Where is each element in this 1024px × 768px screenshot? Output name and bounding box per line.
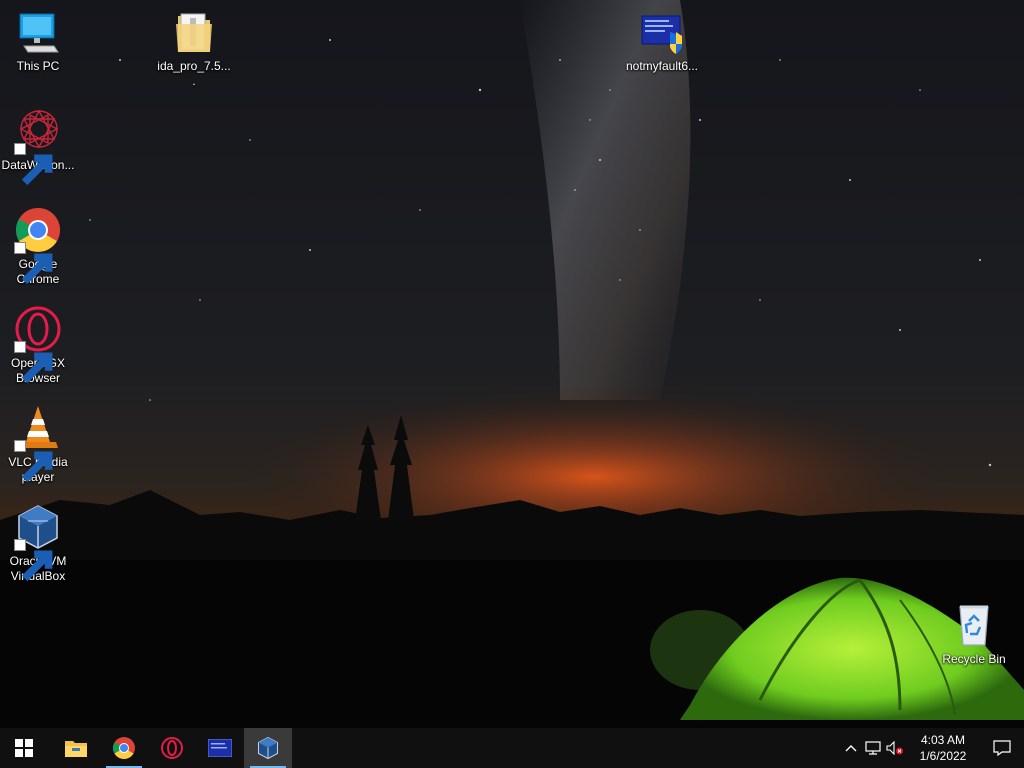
taskbar-chrome-button[interactable] xyxy=(100,728,148,768)
shortcut-arrow-icon xyxy=(14,242,53,285)
recycle-bin-icon xyxy=(950,601,998,649)
opera-gx-icon xyxy=(14,305,62,384)
action-center-button[interactable] xyxy=(980,728,1024,768)
desktop-wallpaper xyxy=(0,0,1024,728)
clock-date: 1/6/2022 xyxy=(919,749,967,763)
shortcut-arrow-icon xyxy=(14,143,53,186)
desktop-icon-label: Recycle Bin xyxy=(942,652,1006,666)
desktop-icon-ida[interactable]: ida_pro_7.5.... xyxy=(156,8,232,89)
chrome-icon xyxy=(113,737,135,759)
system-tray: 4:03 AM 1/6/2022 xyxy=(840,728,1024,768)
clock-time: 4:03 AM xyxy=(920,733,966,747)
desktop-icon-vlc[interactable]: VLC media player xyxy=(0,404,76,485)
desktop-icon-recycle-bin[interactable]: Recycle Bin xyxy=(936,601,1012,667)
chrome-icon xyxy=(14,206,62,285)
network-icon xyxy=(865,741,881,755)
taskbar-notmyfault-button[interactable] xyxy=(196,728,244,768)
opera-gx-icon xyxy=(161,737,183,759)
notmyfault-icon xyxy=(638,8,686,56)
desktop-icon-virtualbox[interactable]: Oracle VM VirtualBox xyxy=(0,503,76,584)
desktop-icon-label: ida_pro_7.5.... xyxy=(157,59,231,88)
virtualbox-icon xyxy=(258,736,278,760)
virtualbox-icon xyxy=(14,503,62,582)
show-hidden-icons-button[interactable] xyxy=(840,728,862,768)
volume-button[interactable] xyxy=(884,728,906,768)
file-explorer-icon xyxy=(65,741,87,757)
folder-zip-icon xyxy=(170,8,218,56)
desktop-icon-label: This PC xyxy=(16,59,60,73)
vlc-cone-icon xyxy=(14,404,62,483)
taskbar-clock[interactable]: 4:03 AM 1/6/2022 xyxy=(906,732,980,764)
windows-logo-icon xyxy=(15,739,33,757)
notmyfault-icon xyxy=(208,739,232,757)
start-button[interactable] xyxy=(0,728,48,768)
shortcut-arrow-icon xyxy=(14,440,53,483)
desktop-icon-opera[interactable]: Opera GX Browser xyxy=(0,305,76,386)
volume-muted-icon xyxy=(886,741,903,755)
this-pc-icon xyxy=(14,8,62,56)
chevron-up-icon xyxy=(845,745,857,752)
taskbar: 4:03 AM 1/6/2022 xyxy=(0,728,1024,768)
shortcut-arrow-icon xyxy=(14,539,53,582)
network-button[interactable] xyxy=(862,728,884,768)
taskbar-file-explorer-button[interactable] xyxy=(52,728,100,768)
taskbar-virtualbox-button[interactable] xyxy=(244,728,292,768)
shortcut-arrow-icon xyxy=(14,341,53,384)
desktop-icon-this-pc[interactable]: This PC xyxy=(0,8,76,74)
taskbar-opera-button[interactable] xyxy=(148,728,196,768)
desktop-icon-notmyfault[interactable]: notmyfault6... xyxy=(624,8,700,74)
datawagon-icon xyxy=(14,107,62,186)
desktop-icon-label: notmyfault6... xyxy=(625,59,699,73)
desktop-icon-chrome[interactable]: Google Chrome xyxy=(0,206,76,287)
notification-icon xyxy=(993,740,1011,756)
desktop-icon-datawagon[interactable]: DataWagon... xyxy=(0,107,76,186)
